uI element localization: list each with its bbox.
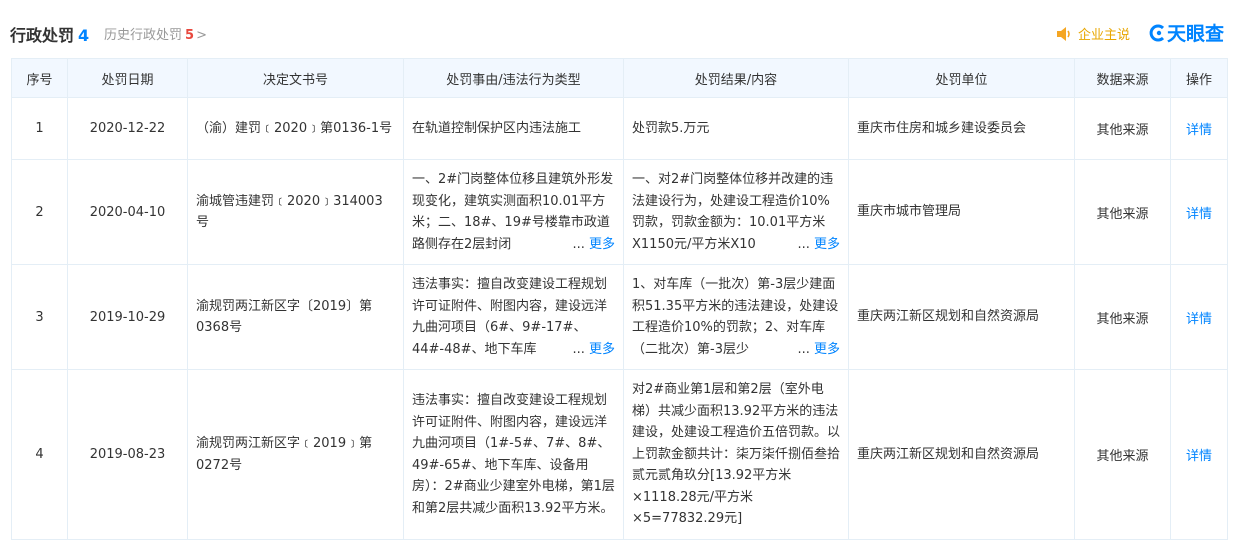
reason-clip: 违法事实：擅自改变建设工程规划许可证附件、附图内容，建设远洋九曲河项目（6#、9…: [412, 274, 615, 360]
column-header-reason: 处罚事由/违法行为类型: [403, 58, 624, 98]
table-row: 2 2020-04-10 渝城管违建罚﹝2020﹞314003号 一、2#门岗整…: [11, 159, 1228, 265]
section-header: 行政处罚 4 历史行政处罚 5 > 企业主说 天眼查: [0, 0, 1234, 58]
column-header-date: 处罚日期: [67, 58, 188, 98]
result-clip: 一、对2#门岗整体位移并改建的违法建设行为，处建设工程造价10%罚款，罚款金额为…: [632, 169, 840, 255]
column-header-unit: 处罚单位: [848, 58, 1075, 98]
cell-doc-no: （渝）建罚﹝2020﹞第0136-1号: [187, 97, 404, 160]
column-header-source: 数据来源: [1074, 58, 1171, 98]
table-row: 4 2019-08-23 渝规罚两江新区字﹝2019﹞第0272号 违法事实：擅…: [11, 369, 1228, 540]
detail-link-label[interactable]: 详情: [1186, 312, 1212, 327]
cell-date: 2019-10-29: [67, 264, 188, 370]
cell-reason: 违法事实：擅自改变建设工程规划许可证附件、附图内容，建设远洋九曲河项目（6#、9…: [403, 264, 624, 370]
cell-date: 2019-08-23: [67, 369, 188, 540]
detail-link[interactable]: 详情: [1170, 369, 1228, 540]
ellipsis: ...: [572, 236, 585, 252]
cell-unit: 重庆市住房和城乡建设委员会: [848, 97, 1075, 160]
more-link-label[interactable]: 更多: [814, 342, 840, 357]
enterprise-say-label: 企业主说: [1077, 28, 1130, 43]
enterprise-say-button[interactable]: 企业主说: [1056, 24, 1130, 43]
more-link-label[interactable]: 更多: [589, 342, 615, 357]
section-title: 行政处罚 4: [10, 22, 89, 46]
cell-result: 1、对车库（一批次）第-3层少建面积51.35平方米的违法建设，处建设工程造价1…: [623, 264, 849, 370]
cell-index: 1: [11, 97, 68, 160]
brand-logo: 天眼查: [1149, 19, 1224, 46]
cell-source: 其他来源: [1074, 97, 1171, 160]
table-row: 3 2019-10-29 渝规罚两江新区字〔2019〕第0368号 违法事实：擅…: [11, 264, 1228, 370]
cell-index: 3: [11, 264, 68, 370]
result-clip: 1、对车库（一批次）第-3层少建面积51.35平方米的违法建设，处建设工程造价1…: [632, 274, 840, 360]
ellipsis: ...: [572, 341, 585, 357]
detail-link[interactable]: 详情: [1170, 159, 1228, 265]
cell-doc-no: 渝规罚两江新区字﹝2019﹞第0272号: [187, 369, 404, 540]
cell-unit: 重庆市城市管理局: [848, 159, 1075, 265]
cell-unit: 重庆两江新区规划和自然资源局: [848, 369, 1075, 540]
cell-unit: 重庆两江新区规划和自然资源局: [848, 264, 1075, 370]
column-header-index: 序号: [11, 58, 68, 98]
detail-link-label[interactable]: 详情: [1186, 123, 1212, 138]
cell-reason: 一、2#门岗整体位移且建筑外形发现变化，建筑实测面积10.01平方米；二、18#…: [403, 159, 624, 265]
more-link[interactable]: ... 更多: [569, 233, 615, 255]
detail-link[interactable]: 详情: [1170, 97, 1228, 160]
tianyancha-logo-icon: [1149, 24, 1165, 42]
column-header-result: 处罚结果/内容: [623, 58, 849, 98]
cell-index: 2: [11, 159, 68, 265]
column-header-action: 操作: [1170, 58, 1228, 98]
cell-date: 2020-12-22: [67, 97, 188, 160]
cell-index: 4: [11, 369, 68, 540]
history-penalties-link[interactable]: 历史行政处罚 5 >: [104, 24, 207, 43]
more-link[interactable]: ... 更多: [794, 338, 840, 360]
more-link[interactable]: ... 更多: [794, 233, 840, 255]
cell-date: 2020-04-10: [67, 159, 188, 265]
detail-link[interactable]: 详情: [1170, 264, 1228, 370]
cell-source: 其他来源: [1074, 159, 1171, 265]
column-header-doc-no: 决定文书号: [187, 58, 404, 98]
chevron-right-icon: >: [196, 28, 207, 43]
cell-result: 对2#商业第1层和第2层（室外电梯）共减少面积13.92平方米的违法建设，处建设…: [623, 369, 849, 540]
cell-reason: 违法事实：擅自改变建设工程规划许可证附件、附图内容，建设远洋九曲河项目（1#-5…: [403, 369, 624, 540]
cell-source: 其他来源: [1074, 264, 1171, 370]
speaker-icon: [1056, 27, 1070, 41]
section-title-count: 4: [78, 26, 90, 45]
cell-source: 其他来源: [1074, 369, 1171, 540]
penalty-table: 序号 处罚日期 决定文书号 处罚事由/违法行为类型 处罚结果/内容 处罚单位 数…: [11, 58, 1228, 540]
cell-doc-no: 渝城管违建罚﹝2020﹞314003号: [187, 159, 404, 265]
more-link-label[interactable]: 更多: [814, 237, 840, 252]
reason-clip: 一、2#门岗整体位移且建筑外形发现变化，建筑实测面积10.01平方米；二、18#…: [412, 169, 615, 255]
cell-result: 处罚款5.万元: [623, 97, 849, 160]
table-row: 1 2020-12-22 （渝）建罚﹝2020﹞第0136-1号 在轨道控制保护…: [11, 97, 1228, 160]
cell-result: 一、对2#门岗整体位移并改建的违法建设行为，处建设工程造价10%罚款，罚款金额为…: [623, 159, 849, 265]
detail-link-label[interactable]: 详情: [1186, 207, 1212, 222]
brand-name: 天眼查: [1166, 23, 1224, 45]
section-title-label: 行政处罚: [10, 26, 75, 45]
history-count: 5: [185, 28, 195, 43]
history-label: 历史行政处罚: [104, 28, 183, 43]
detail-link-label[interactable]: 详情: [1186, 449, 1212, 464]
more-link[interactable]: ... 更多: [569, 338, 615, 360]
table-header-row: 序号 处罚日期 决定文书号 处罚事由/违法行为类型 处罚结果/内容 处罚单位 数…: [11, 58, 1228, 98]
ellipsis: ...: [797, 236, 810, 252]
cell-reason: 在轨道控制保护区内违法施工: [403, 97, 624, 160]
more-link-label[interactable]: 更多: [589, 237, 615, 252]
ellipsis: ...: [797, 341, 810, 357]
cell-doc-no: 渝规罚两江新区字〔2019〕第0368号: [187, 264, 404, 370]
